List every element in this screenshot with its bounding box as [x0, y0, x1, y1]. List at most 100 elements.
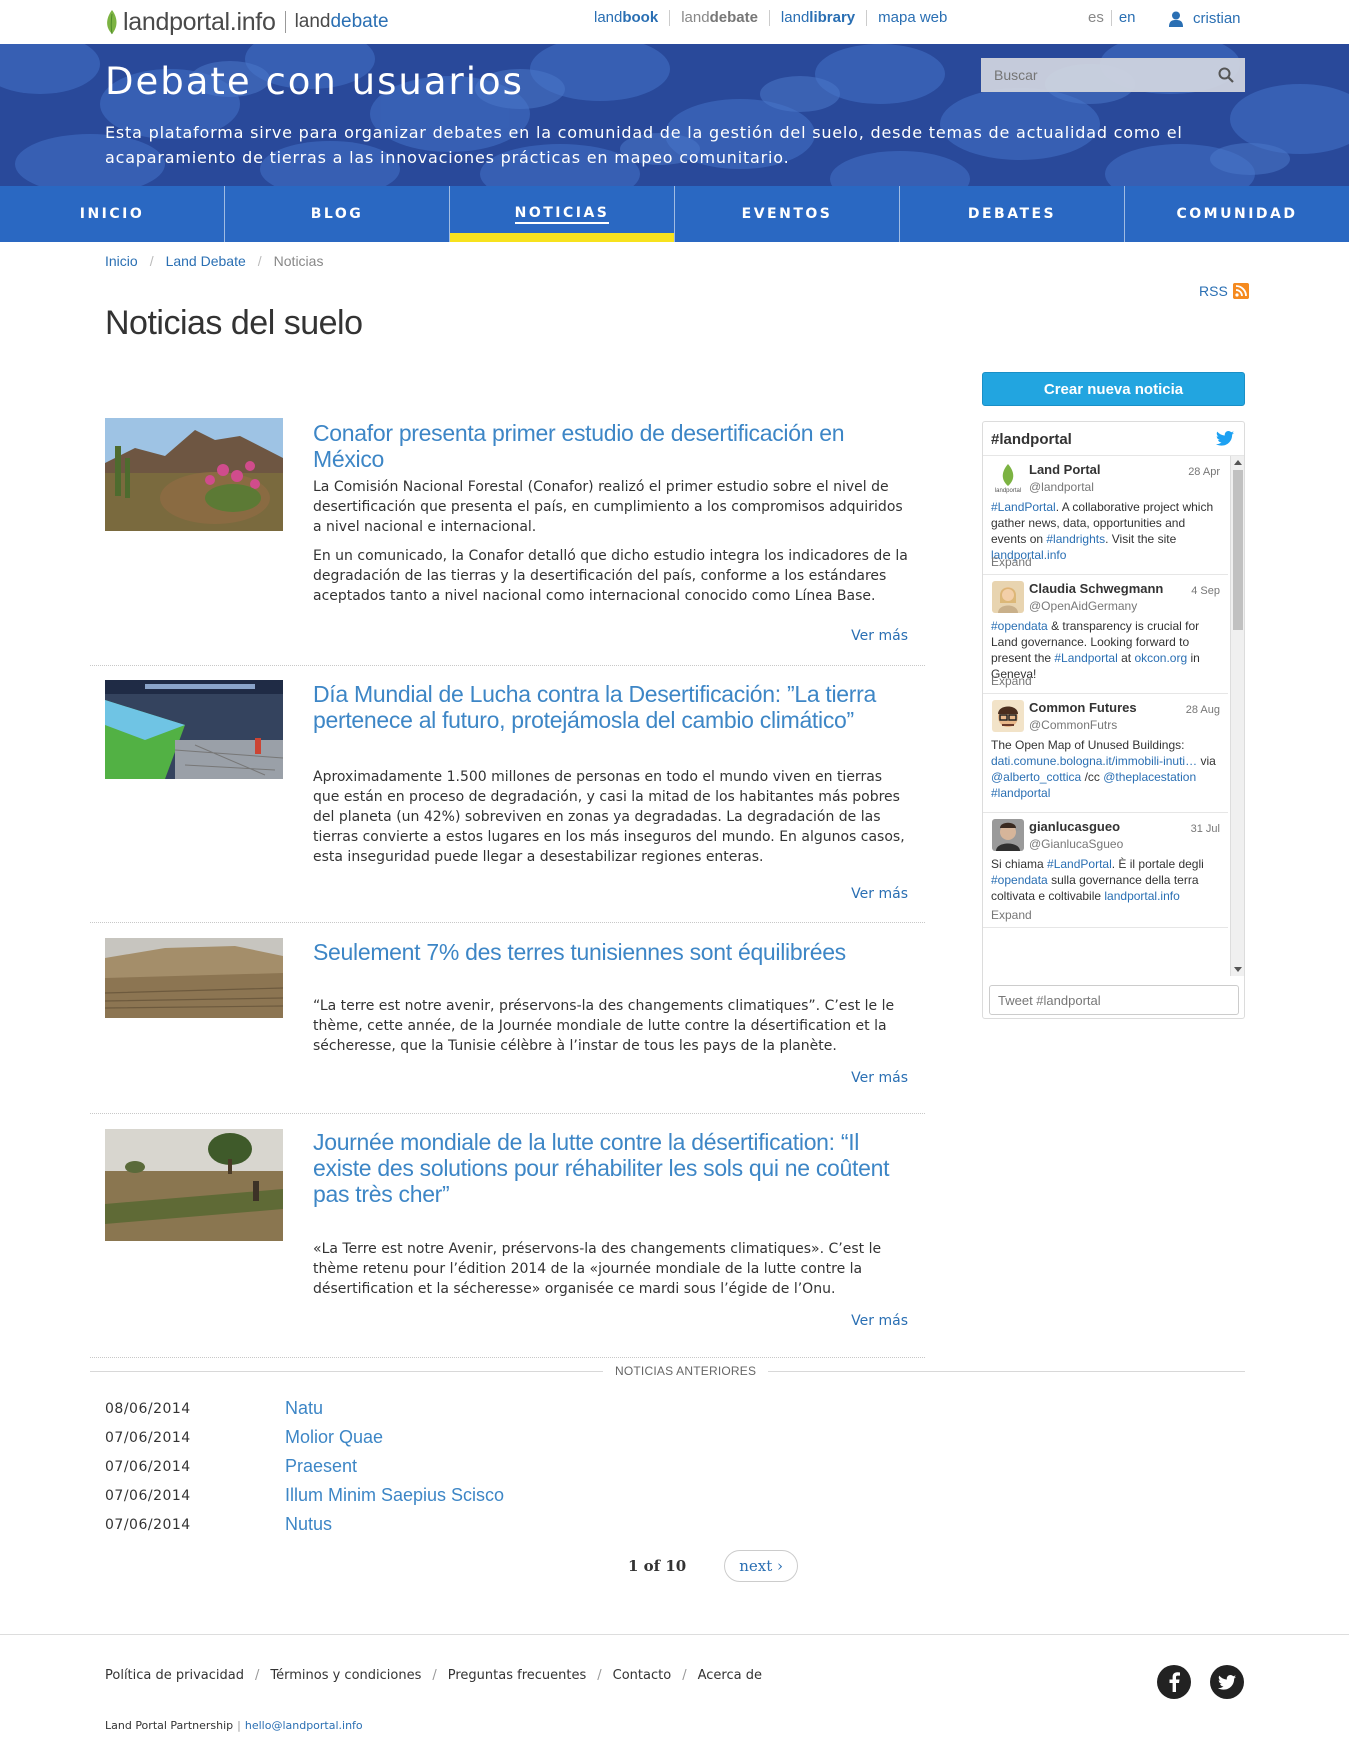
twitter-bird-icon[interactable] — [1216, 431, 1234, 446]
nav-landdebate[interactable]: landdebate — [669, 10, 769, 26]
article-title[interactable]: Día Mundial de Lucha contra la Desertifi… — [313, 681, 903, 733]
create-news-button[interactable]: Crear nueva noticia — [982, 372, 1245, 406]
tweet-text: Si chiama #LandPortal. È il portale degl… — [991, 857, 1204, 903]
tweet-list-scrollbar[interactable] — [1230, 456, 1244, 976]
article-title[interactable]: Conafor presenta primer estudio de deser… — [313, 420, 903, 472]
twitter-glyph — [1218, 1674, 1236, 1690]
breadcrumb-separator: / — [257, 253, 262, 269]
tab-noticias[interactable]: NOTICIAS — [449, 186, 674, 242]
partnership-label: Land Portal Partnership — [105, 1719, 234, 1732]
rss-label: RSS — [1199, 283, 1228, 299]
article-body: La Comisión Nacional Forestal (Conafor) … — [313, 477, 908, 615]
tweet-expand[interactable]: Expand — [991, 673, 1032, 689]
tweet-author[interactable]: Common Futures — [1029, 700, 1137, 716]
nav-landlibrary-pre: land — [780, 9, 810, 26]
contact-email-link[interactable]: hello@landportal.info — [245, 1719, 363, 1732]
read-more-link[interactable]: Ver más — [851, 1313, 908, 1329]
older-news-item: 07/06/2014 Praesent — [105, 1455, 705, 1479]
article-title[interactable]: Journée mondiale de la lutte contre la d… — [313, 1129, 903, 1207]
tab-comunidad-label: COMUNIDAD — [1176, 206, 1298, 222]
logo-subtitle: landdebate — [295, 11, 389, 33]
tweet-date[interactable]: 28 Apr — [1188, 464, 1220, 480]
older-news-date: 07/06/2014 — [105, 1488, 191, 1504]
main-nav: INICIO BLOG NOTICIAS EVENTOS DEBATES COM… — [0, 186, 1349, 242]
article-paragraph: «La Terre est notre Avenir, préservons-l… — [313, 1241, 882, 1297]
article-body: “La terre est notre avenir, préservons-l… — [313, 996, 908, 1065]
search-box — [981, 58, 1245, 92]
older-news-title[interactable]: Natu — [285, 1398, 323, 1419]
breadcrumb-inicio[interactable]: Inicio — [105, 253, 138, 269]
older-news-title[interactable]: Illum Minim Saepius Scisco — [285, 1485, 504, 1506]
read-more-link[interactable]: Ver más — [851, 1070, 908, 1086]
tweet-text: The Open Map of Unused Buildings: dati.c… — [991, 738, 1216, 800]
footer-link-faq[interactable]: Preguntas frecuentes — [448, 1668, 587, 1683]
tweet-handle: @landportal — [1029, 480, 1094, 494]
tweet-expand[interactable]: Expand — [991, 907, 1032, 923]
tweet[interactable]: Claudia Schwegmann @OpenAidGermany 4 Sep… — [983, 575, 1228, 694]
nav-landbook[interactable]: landbook — [594, 10, 669, 26]
read-more-link[interactable]: Ver más — [851, 628, 908, 644]
top-nav: landbook landdebate landlibrary mapa web — [594, 10, 958, 26]
footer-link-contact[interactable]: Contacto — [613, 1668, 672, 1683]
user-menu[interactable]: cristian — [1169, 10, 1241, 27]
lang-en[interactable]: en — [1112, 10, 1136, 26]
tab-inicio[interactable]: INICIO — [0, 186, 224, 242]
tab-eventos[interactable]: EVENTOS — [674, 186, 899, 242]
older-news-title[interactable]: Nutus — [285, 1514, 332, 1535]
tweet-author[interactable]: gianlucasgueo — [1029, 819, 1120, 835]
tweet-compose-input[interactable]: Tweet #landportal — [989, 985, 1239, 1015]
scroll-up-arrow-icon[interactable] — [1234, 460, 1242, 465]
article-image-cactus[interactable] — [105, 418, 283, 531]
footer-link-terms[interactable]: Términos y condiciones — [270, 1668, 421, 1683]
older-news-item: 07/06/2014 Illum Minim Saepius Scisco — [105, 1484, 705, 1508]
nav-mapa-web[interactable]: mapa web — [866, 10, 958, 26]
footer-link-privacy[interactable]: Política de privacidad — [105, 1668, 244, 1683]
tweet-handle: @GianlucaSgueo — [1029, 837, 1124, 851]
tweet-author[interactable]: Claudia Schwegmann — [1029, 581, 1163, 597]
article-body: «La Terre est notre Avenir, préservons-l… — [313, 1239, 908, 1308]
footer-link-about[interactable]: Acerca de — [698, 1668, 762, 1683]
tab-comunidad[interactable]: COMUNIDAD — [1124, 186, 1349, 242]
tweet[interactable]: landportal Land Portal @landportal 28 Ap… — [983, 456, 1228, 575]
lang-es[interactable]: es — [1088, 10, 1112, 26]
article-paragraph: “La terre est notre avenir, préservons-l… — [313, 998, 895, 1054]
tweet-date[interactable]: 28 Aug — [1186, 702, 1220, 718]
read-more-link[interactable]: Ver más — [851, 886, 908, 902]
search-input[interactable] — [982, 59, 1212, 91]
tweet[interactable]: gianlucasgueo @GianlucaSgueo 31 Jul Si c… — [983, 813, 1228, 928]
logo-sub-pre: land — [294, 11, 331, 32]
tweet-author[interactable]: Land Portal — [1029, 462, 1101, 478]
tab-noticias-label: NOTICIAS — [514, 205, 610, 224]
article-title[interactable]: Seulement 7% des terres tunisiennes sont… — [313, 939, 903, 965]
tab-debates[interactable]: DEBATES — [899, 186, 1124, 242]
tweet-date[interactable]: 4 Sep — [1191, 583, 1220, 599]
top-bar: landportal.info landdebate landbook land… — [0, 0, 1349, 44]
tab-blog[interactable]: BLOG — [224, 186, 449, 242]
older-news-item: 08/06/2014 Natu — [105, 1397, 705, 1421]
scrollbar-thumb[interactable] — [1233, 470, 1243, 630]
avatar-landportal: landportal — [992, 462, 1024, 494]
tweet-expand[interactable]: Expand — [991, 554, 1032, 570]
user-name: cristian — [1193, 10, 1241, 27]
search-icon[interactable] — [1218, 67, 1234, 83]
older-news-title[interactable]: Molior Quae — [285, 1427, 383, 1448]
rss-link[interactable]: RSS — [1199, 283, 1249, 299]
article-image-field-worker[interactable] — [105, 1129, 283, 1241]
tweet[interactable]: Common Futures @CommonFutrs 28 Aug The O… — [983, 694, 1228, 813]
twitter-hashtag[interactable]: #landportal — [991, 431, 1072, 448]
scroll-down-arrow-icon[interactable] — [1234, 967, 1242, 972]
article-image-desertification-poster[interactable] — [105, 680, 283, 779]
pager-next-button[interactable]: next › — [724, 1550, 799, 1582]
breadcrumb-land-debate[interactable]: Land Debate — [166, 253, 246, 269]
site-logo[interactable]: landportal.info landdebate — [105, 6, 389, 38]
breadcrumb: Inicio / Land Debate / Noticias — [105, 253, 323, 269]
twitter-footer-icon[interactable] — [1210, 1665, 1244, 1699]
tab-inicio-label: INICIO — [79, 206, 145, 222]
older-news-title[interactable]: Praesent — [285, 1456, 357, 1477]
logo-divider — [284, 11, 286, 33]
tweet-date[interactable]: 31 Jul — [1191, 821, 1220, 837]
facebook-icon[interactable] — [1157, 1665, 1191, 1699]
older-news-item: 07/06/2014 Nutus — [105, 1513, 705, 1537]
nav-landlibrary[interactable]: landlibrary — [768, 9, 866, 26]
article-image-tunisian-landscape[interactable] — [105, 938, 283, 1018]
